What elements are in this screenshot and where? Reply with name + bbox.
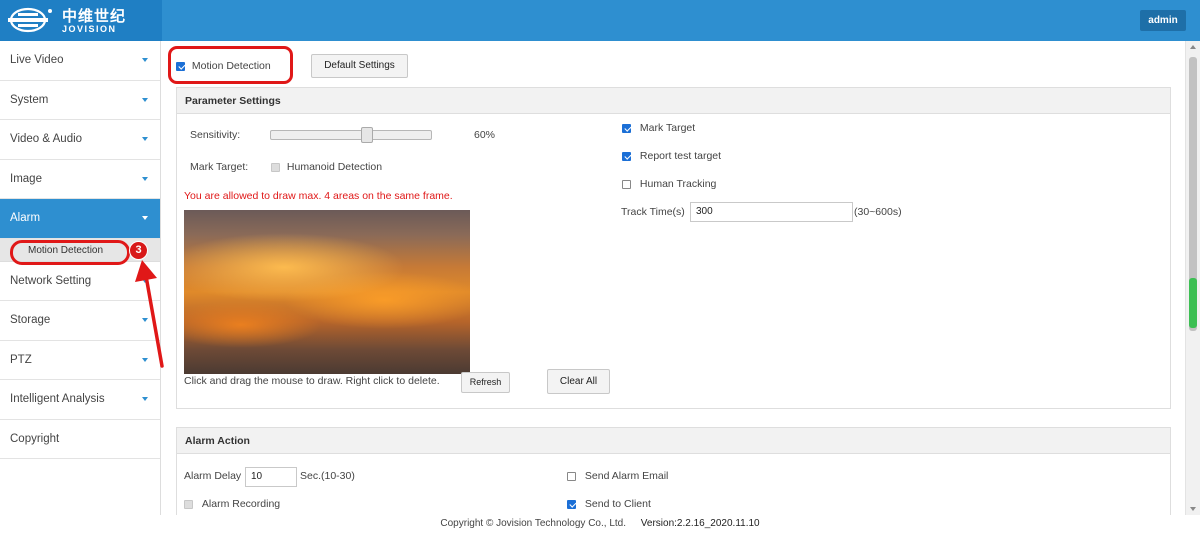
alarm-action-title: Alarm Action bbox=[177, 428, 1170, 454]
scrollbar-indicator bbox=[1189, 278, 1197, 328]
video-preview-canvas[interactable] bbox=[184, 210, 470, 374]
sensitivity-label: Sensitivity: bbox=[190, 129, 241, 141]
alarm-delay-unit: Sec.(10-30) bbox=[300, 470, 355, 482]
mark-target-option-label: Mark Target bbox=[639, 122, 696, 134]
alarm-delay-label: Alarm Delay bbox=[184, 470, 242, 482]
mark-target-label: Mark Target: bbox=[190, 161, 249, 173]
logo-chinese-text: 中维世纪 bbox=[62, 8, 127, 25]
draw-hint-text: Click and drag the mouse to draw. Right … bbox=[184, 375, 440, 387]
default-settings-button[interactable]: Default Settings bbox=[311, 54, 408, 78]
send-alarm-email-option[interactable]: Send Alarm Email bbox=[567, 470, 668, 482]
scroll-up-arrow-icon[interactable] bbox=[1190, 45, 1196, 49]
send-to-client-label: Send to Client bbox=[584, 498, 651, 510]
alarm-recording-option[interactable]: Alarm Recording bbox=[184, 498, 280, 510]
report-test-target-checkbox[interactable] bbox=[622, 151, 631, 161]
humanoid-detection-option[interactable]: Humanoid Detection bbox=[271, 161, 382, 173]
logo[interactable]: 中维世纪 JOVISION bbox=[0, 0, 162, 41]
caret-down-icon bbox=[142, 137, 148, 141]
caret-down-icon bbox=[142, 216, 148, 220]
mark-target-checkbox[interactable] bbox=[622, 123, 631, 133]
annotation-arrow-icon bbox=[135, 260, 164, 368]
track-time-label: Track Time(s) bbox=[621, 206, 685, 218]
caret-down-icon bbox=[142, 397, 148, 401]
sidebar-item-label: System bbox=[10, 93, 49, 106]
sidebar-item-label: Network Setting bbox=[10, 274, 92, 287]
mark-target-option[interactable]: Mark Target bbox=[622, 122, 695, 134]
sidebar-item-live-video[interactable]: Live Video bbox=[0, 41, 160, 81]
page-scrollbar[interactable] bbox=[1185, 41, 1200, 515]
report-test-target-option[interactable]: Report test target bbox=[622, 150, 721, 162]
max-areas-warning: You are allowed to draw max. 4 areas on … bbox=[184, 190, 453, 202]
user-button[interactable]: admin bbox=[1140, 10, 1186, 31]
send-to-client-option[interactable]: Send to Client bbox=[567, 498, 651, 510]
caret-down-icon bbox=[142, 176, 148, 181]
sidebar-item-system[interactable]: System bbox=[0, 81, 160, 120]
sidebar-item-alarm[interactable]: Alarm bbox=[0, 199, 160, 239]
humanoid-detection-label: Humanoid Detection bbox=[286, 161, 383, 173]
sidebar-item-image[interactable]: Image bbox=[0, 160, 160, 199]
caret-down-icon bbox=[142, 97, 148, 102]
sidebar-item-intelligent-analysis[interactable]: Intelligent Analysis bbox=[0, 380, 160, 420]
page-footer: Copyright © Jovision Technology Co., Ltd… bbox=[0, 515, 1200, 533]
alarm-recording-label: Alarm Recording bbox=[201, 498, 281, 510]
report-test-target-label: Report test target bbox=[639, 150, 722, 162]
sensitivity-slider-thumb[interactable] bbox=[361, 127, 374, 143]
caret-down-icon bbox=[142, 58, 148, 62]
sidebar-item-label: Copyright bbox=[10, 432, 60, 445]
send-alarm-email-label: Send Alarm Email bbox=[584, 470, 669, 482]
human-tracking-checkbox[interactable] bbox=[622, 179, 631, 189]
top-bar: 中维世纪 JOVISION admin bbox=[0, 0, 1200, 41]
human-tracking-label: Human Tracking bbox=[639, 178, 717, 190]
sidebar-item-label: Live Video bbox=[10, 54, 64, 66]
sidebar-item-label: Video & Audio bbox=[10, 133, 83, 145]
refresh-button[interactable]: Refresh bbox=[461, 372, 510, 393]
sidebar-item-label: Image bbox=[10, 172, 42, 185]
scroll-down-arrow-icon[interactable] bbox=[1190, 507, 1196, 511]
human-tracking-option[interactable]: Human Tracking bbox=[622, 178, 716, 190]
sidebar-item-label: Alarm bbox=[10, 212, 41, 224]
track-time-range: (30~600s) bbox=[854, 206, 902, 218]
sidebar-item-label: PTZ bbox=[10, 353, 32, 366]
sidebar-item-video-audio[interactable]: Video & Audio bbox=[0, 120, 160, 160]
annotation-highlight-motion-detection-toggle bbox=[168, 46, 293, 84]
sidebar-item-label: Intelligent Analysis bbox=[10, 393, 105, 405]
jovision-logo-icon bbox=[8, 7, 52, 33]
logo-english-text: JOVISION bbox=[62, 24, 117, 34]
send-to-client-checkbox[interactable] bbox=[567, 499, 576, 509]
copyright-text: Copyright © Jovision Technology Co., Ltd… bbox=[440, 518, 627, 529]
clear-all-button[interactable]: Clear All bbox=[547, 369, 610, 394]
track-time-input[interactable]: 300 bbox=[690, 202, 853, 222]
sensitivity-value: 60% bbox=[474, 129, 496, 141]
sensitivity-slider-track[interactable] bbox=[270, 130, 432, 140]
alarm-delay-input[interactable]: 10 bbox=[245, 467, 297, 487]
send-alarm-email-checkbox[interactable] bbox=[567, 471, 576, 481]
main-content: Motion Detection Default Settings Parame… bbox=[162, 41, 1185, 515]
parameter-settings-title: Parameter Settings bbox=[177, 88, 1170, 114]
humanoid-detection-checkbox[interactable] bbox=[271, 162, 280, 172]
sidebar-item-copyright[interactable]: Copyright bbox=[0, 420, 160, 459]
sidebar-item-label: Storage bbox=[10, 314, 51, 326]
annotation-highlight-motion-detection-subitem bbox=[10, 240, 130, 265]
alarm-recording-checkbox[interactable] bbox=[184, 499, 193, 509]
version-text: Version:2.2.16_2020.11.10 bbox=[640, 518, 760, 529]
